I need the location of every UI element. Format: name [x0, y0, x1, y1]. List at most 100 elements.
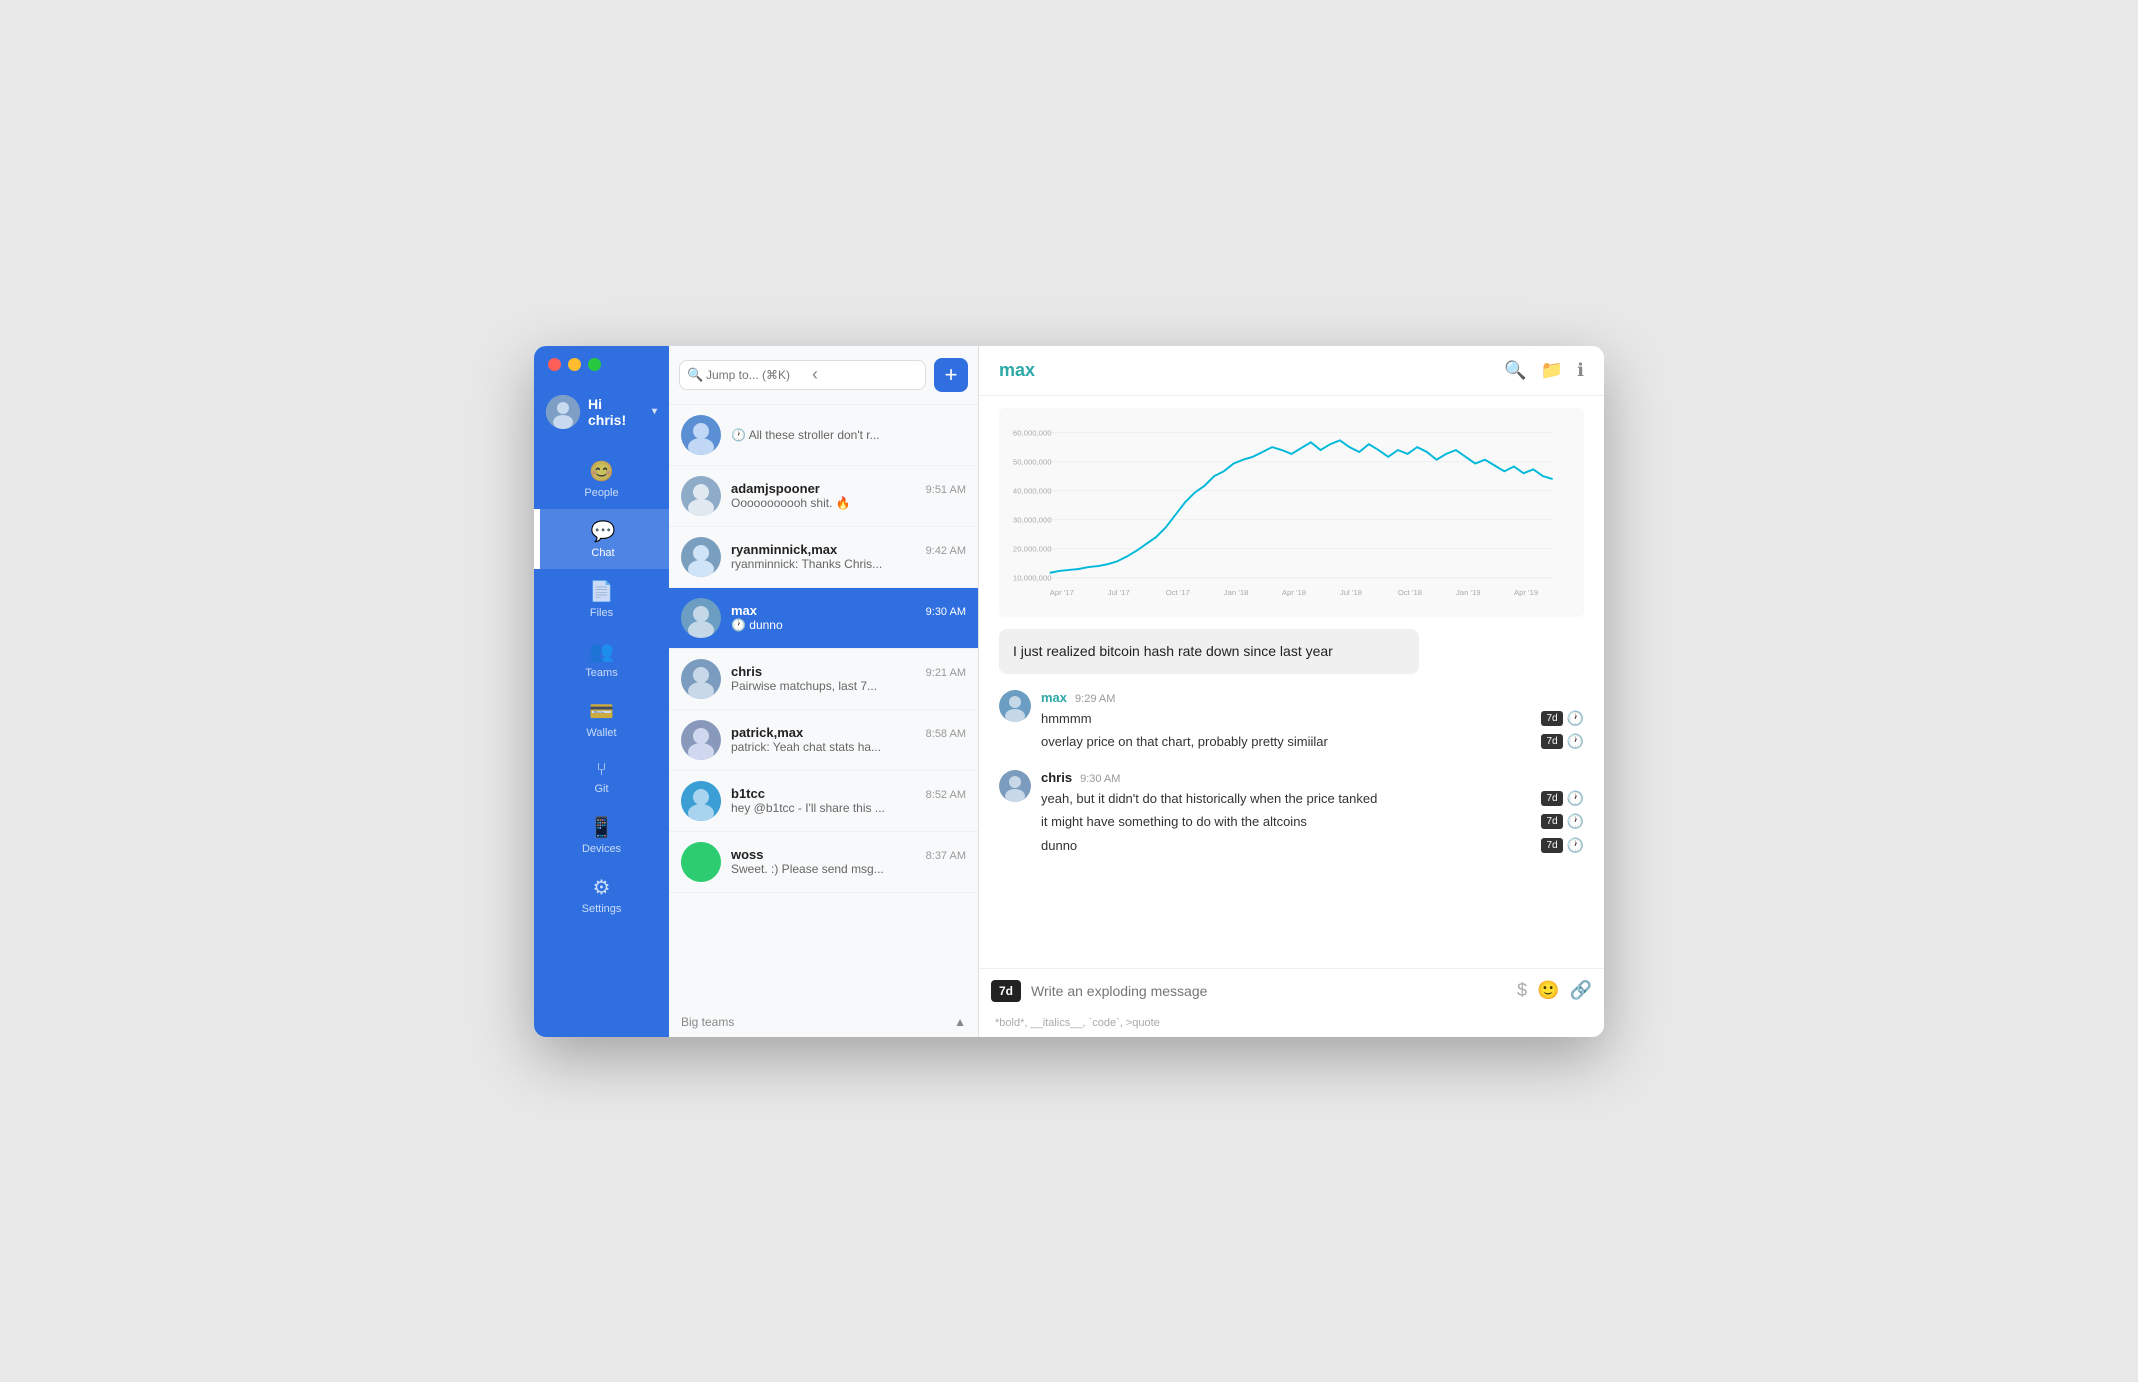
chat-input-area: 7d $ 🙂 🔗 *bold*, __italics__, `code`, >q… [979, 968, 1604, 1037]
git-icon: ⑂ [596, 759, 607, 780]
conv-time: 9:51 AM [926, 484, 966, 496]
svg-text:Jan '19: Jan '19 [1456, 588, 1481, 597]
sidebar-item-chat[interactable]: 💬 Chat [534, 509, 669, 569]
emoji-icon[interactable]: 🙂 [1537, 980, 1559, 1001]
conversation-item-max[interactable]: max 9:30 AM 🕐 dunno [669, 588, 978, 649]
msg-content: chris 9:30 AM yeah, but it didn't do tha… [1041, 770, 1584, 858]
conv-avatar [681, 720, 721, 760]
sidebar-item-git[interactable]: ⑂ Git [534, 749, 669, 805]
svg-text:50,000,000: 50,000,000 [1013, 457, 1052, 466]
conv-name: b1tcc [731, 786, 765, 801]
conv-preview: hey @b1tcc - I'll share this ... [731, 801, 966, 815]
chat-icon: 💬 [591, 519, 616, 544]
conversation-item-patrick-max[interactable]: patrick,max 8:58 AM patrick: Yeah chat s… [669, 710, 978, 771]
search-icon[interactable]: 🔍 [1504, 360, 1526, 381]
msg-avatar-max [999, 690, 1031, 722]
msg-text: hmmmm [1041, 709, 1092, 729]
svg-text:Apr '18: Apr '18 [1282, 588, 1306, 597]
sidebar-label-devices: Devices [582, 843, 621, 855]
svg-text:Apr '17: Apr '17 [1050, 588, 1074, 597]
sidebar-label-git: Git [594, 783, 608, 795]
close-button[interactable] [548, 358, 561, 371]
conv-info: ryanminnick,max 9:42 AM ryanminnick: Tha… [731, 542, 966, 571]
conv-time: 9:30 AM [926, 606, 966, 618]
expiry-badge: 7d [1541, 838, 1562, 853]
maximize-button[interactable] [588, 358, 601, 371]
sidebar-item-teams[interactable]: 👥 Teams [534, 629, 669, 689]
chat-header: max 🔍 📁 ℹ [979, 346, 1604, 396]
svg-text:Oct '18: Oct '18 [1398, 588, 1422, 597]
user-greeting: Hi chris! [588, 396, 642, 428]
chat-messages: 60,000,000 50,000,000 40,000,000 30,000,… [979, 396, 1604, 968]
user-header[interactable]: Hi chris! ▾ [534, 379, 669, 445]
conversation-item-b1tcc[interactable]: b1tcc 8:52 AM hey @b1tcc - I'll share th… [669, 771, 978, 832]
sidebar-label-files: Files [590, 607, 613, 619]
avatar [546, 395, 580, 429]
conversation-item[interactable]: 🕐 All these stroller don't r... [669, 405, 978, 466]
dollar-icon[interactable]: $ [1517, 980, 1527, 1001]
conv-name: ryanminnick,max [731, 542, 837, 557]
sidebar-label-teams: Teams [585, 667, 617, 679]
teams-icon: 👥 [589, 639, 614, 664]
conv-name: woss [731, 847, 764, 862]
compose-button[interactable]: + [934, 358, 968, 392]
conv-info: patrick,max 8:58 AM patrick: Yeah chat s… [731, 725, 966, 754]
conv-preview: Sweet. :) Please send msg... [731, 862, 966, 876]
msg-line: yeah, but it didn't do that historically… [1041, 787, 1584, 811]
sidebar-item-wallet[interactable]: 💳 Wallet [534, 689, 669, 749]
sidebar-item-settings[interactable]: ⚙ Settings [534, 865, 669, 925]
section-header[interactable]: Big teams ▲ [669, 1007, 978, 1037]
back-button[interactable]: ‹ [812, 364, 818, 385]
conv-avatar [681, 537, 721, 577]
msg-avatar-chris [999, 770, 1031, 802]
folder-icon[interactable]: 📁 [1541, 360, 1563, 381]
input-hint: *bold*, __italics__, `code`, >quote [979, 1013, 1604, 1037]
msg-sender-name: chris [1041, 770, 1072, 785]
svg-text:Apr '19: Apr '19 [1514, 588, 1538, 597]
settings-icon: ⚙ [593, 875, 611, 900]
timer-badge[interactable]: 7d [991, 980, 1021, 1002]
sidebar-item-devices[interactable]: 📱 Devices [534, 805, 669, 865]
wallet-icon: 💳 [589, 699, 614, 724]
link-icon[interactable]: 🔗 [1570, 980, 1592, 1001]
timer-icon: 🕐 [1567, 790, 1584, 807]
sidebar-item-files[interactable]: 📄 Files [534, 569, 669, 629]
sidebar-item-people[interactable]: 😊 People [534, 449, 669, 509]
conv-time: 8:52 AM [926, 789, 966, 801]
search-icon: 🔍 [687, 367, 703, 383]
sidebar-label-chat: Chat [591, 547, 614, 559]
svg-text:Jul '18: Jul '18 [1340, 588, 1362, 597]
conv-name: max [731, 603, 757, 618]
conv-time: 9:21 AM [926, 667, 966, 679]
conv-preview: Ooooooooooh shit. 🔥 [731, 496, 966, 510]
conversation-item-adamjspooner[interactable]: adamjspooner 9:51 AM Ooooooooooh shit. 🔥 [669, 466, 978, 527]
info-icon[interactable]: ℹ [1577, 360, 1584, 381]
msg-text: dunno [1041, 836, 1077, 856]
timer-icon: 🕐 [1567, 837, 1584, 854]
conversation-item-woss[interactable]: woss 8:37 AM Sweet. :) Please send msg..… [669, 832, 978, 893]
message-row-chris: chris 9:30 AM yeah, but it didn't do tha… [999, 770, 1584, 858]
conv-avatar [681, 659, 721, 699]
conv-avatar [681, 842, 721, 882]
message-input[interactable] [1031, 969, 1507, 1013]
minimize-button[interactable] [568, 358, 581, 371]
chat-input-row: 7d $ 🙂 🔗 [979, 969, 1604, 1013]
conv-time: 8:37 AM [926, 850, 966, 862]
conversation-item-chris[interactable]: chris 9:21 AM Pairwise matchups, last 7.… [669, 649, 978, 710]
conv-info: b1tcc 8:52 AM hey @b1tcc - I'll share th… [731, 786, 966, 815]
svg-text:20,000,000: 20,000,000 [1013, 544, 1052, 553]
system-message-bubble: I just realized bitcoin hash rate down s… [999, 629, 1419, 674]
timer-icon: 🕐 [1567, 733, 1584, 750]
conversation-panel: 🔍 + 🕐 All these stroller don't r... [669, 346, 979, 1037]
sidebar: Hi chris! ▾ 😊 People 💬 Chat 📄 Files 👥 Te… [534, 346, 669, 1037]
conversation-item-ryanminnick-max[interactable]: ryanminnick,max 9:42 AM ryanminnick: Tha… [669, 527, 978, 588]
search-input[interactable] [679, 360, 926, 390]
conv-info: 🕐 All these stroller don't r... [731, 428, 966, 442]
conv-preview: 🕐 dunno [731, 618, 966, 632]
search-wrap: 🔍 [679, 360, 926, 390]
msg-time: 9:30 AM [1080, 773, 1120, 785]
conv-time: 9:42 AM [926, 545, 966, 557]
message-row-max: max 9:29 AM hmmmm 7d 🕐 overlay price on … [999, 690, 1584, 754]
message-text: I just realized bitcoin hash rate down s… [1013, 643, 1333, 659]
conv-avatar [681, 781, 721, 821]
